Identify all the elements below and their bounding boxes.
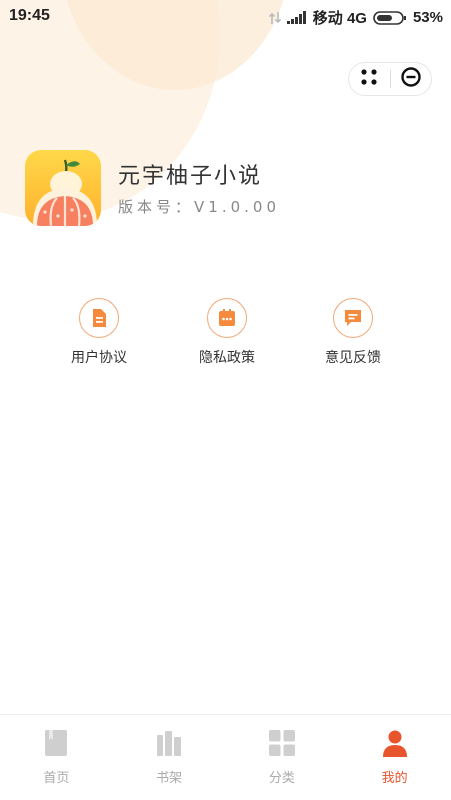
tab-bookshelf-label: 书架 — [156, 771, 183, 786]
app-name: 元宇柚子小说 — [118, 164, 263, 189]
tab-mine[interactable]: 我的 — [338, 715, 451, 800]
tab-home-label: 首页 — [43, 771, 70, 786]
document-icon — [79, 298, 119, 338]
bookshelf-icon — [156, 729, 182, 761]
status-battery: 53% — [412, 9, 443, 26]
book-icon — [43, 729, 69, 761]
chat-icon — [333, 298, 373, 338]
calendar-icon — [207, 298, 247, 338]
tab-bar: 首页 书架 分类 我的 — [0, 714, 451, 800]
more-dots-icon — [360, 68, 378, 90]
privacy-policy-link[interactable]: 隐私政策 — [172, 298, 282, 367]
grid-icon — [268, 729, 296, 761]
user-agreement-link[interactable]: 用户协议 — [44, 298, 154, 367]
version-number: V1.0.00 — [194, 198, 280, 216]
data-transfer-icon — [268, 11, 281, 25]
background-decoration — [0, 0, 451, 800]
close-button[interactable] — [391, 63, 432, 95]
signal-icon — [286, 11, 307, 24]
capsule-menu — [348, 62, 432, 96]
tab-bookshelf[interactable]: 书架 — [113, 715, 226, 800]
tab-category[interactable]: 分类 — [226, 715, 339, 800]
status-bar: 19:45 移动 4G 53% — [0, 0, 451, 32]
user-agreement-label: 用户协议 — [71, 350, 127, 366]
feedback-label: 意见反馈 — [325, 350, 381, 366]
app-logo — [25, 150, 101, 226]
privacy-policy-label: 隐私政策 — [199, 350, 255, 366]
user-icon — [382, 729, 408, 761]
tab-home[interactable]: 首页 — [0, 715, 113, 800]
close-circle-icon — [400, 66, 422, 92]
app-version: 版本号：V1.0.00 — [118, 196, 280, 217]
more-button[interactable] — [349, 63, 390, 95]
battery-icon — [373, 10, 407, 25]
status-time: 19:45 — [9, 7, 50, 24]
tab-mine-label: 我的 — [381, 771, 408, 786]
feedback-link[interactable]: 意见反馈 — [298, 298, 408, 367]
status-carrier: 移动 4G — [312, 10, 367, 27]
tab-category-label: 分类 — [268, 771, 295, 786]
version-label: 版本号： — [118, 198, 195, 216]
